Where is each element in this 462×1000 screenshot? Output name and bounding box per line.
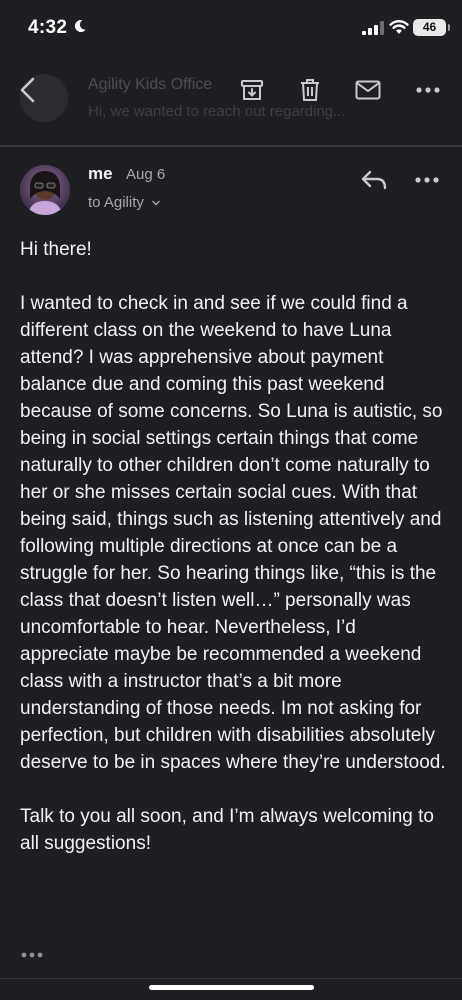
status-bar: 4:32 46 xyxy=(0,0,462,56)
avatar[interactable] xyxy=(20,165,70,215)
message-body: Hi there! I wanted to check in and see i… xyxy=(20,236,448,857)
home-indicator[interactable] xyxy=(149,985,314,990)
message-closing: Talk to you all soon, and I’m always wel… xyxy=(20,806,434,854)
signal-icon xyxy=(362,21,384,35)
wifi-icon xyxy=(389,20,409,34)
mail-icon[interactable] xyxy=(354,76,382,104)
back-icon[interactable] xyxy=(14,76,42,104)
message-more-icon[interactable] xyxy=(414,172,440,188)
recipients-toggle[interactable]: to Agility xyxy=(88,194,160,211)
header-divider xyxy=(0,145,462,147)
status-time: 4:32 xyxy=(28,17,68,38)
message-toolbar xyxy=(0,62,462,118)
message-paragraph: I wanted to check in and see if we could… xyxy=(20,293,446,773)
sender-name: me xyxy=(88,164,113,183)
archive-icon[interactable] xyxy=(238,76,266,104)
show-trimmed-content-icon[interactable] xyxy=(20,948,46,962)
battery-level: 46 xyxy=(422,20,437,34)
chevron-down-icon xyxy=(152,200,160,206)
trash-icon[interactable] xyxy=(296,76,324,104)
message-date: Aug 6 xyxy=(126,166,166,183)
more-icon[interactable] xyxy=(414,76,442,104)
message-greeting: Hi there! xyxy=(20,239,92,260)
footer-divider xyxy=(0,978,462,979)
reply-icon[interactable] xyxy=(360,168,388,192)
recipients-label: to Agility xyxy=(88,194,144,211)
moon-icon xyxy=(74,19,86,32)
battery-icon: 46 xyxy=(413,19,450,36)
